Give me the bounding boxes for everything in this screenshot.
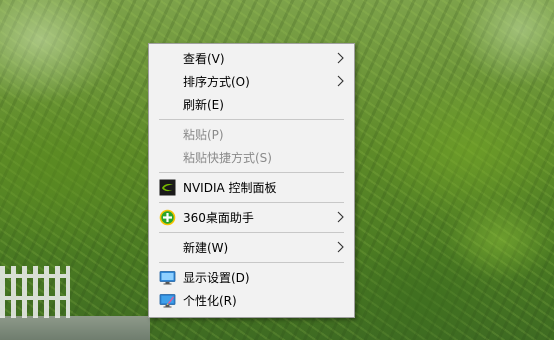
menu-item-label: 360桌面助手 — [183, 211, 254, 225]
menu-separator — [159, 232, 344, 233]
wallpaper-ground — [0, 316, 150, 340]
menu-item-label: 个性化(R) — [183, 294, 237, 308]
menu-item-label: 排序方式(O) — [183, 75, 250, 89]
menu-item-paste-shortcut[interactable]: 粘贴快捷方式(S) — [149, 146, 354, 169]
wallpaper-fence — [0, 266, 70, 318]
desktop-context-menu: 查看(V) 排序方式(O) 刷新(E) 粘贴(P) 粘贴快捷方式(S) NVID… — [148, 43, 355, 318]
nvidia-icon — [159, 179, 176, 196]
menu-item-label: 粘贴快捷方式(S) — [183, 151, 272, 165]
chevron-right-icon — [337, 211, 344, 223]
menu-item-sort-by[interactable]: 排序方式(O) — [149, 70, 354, 93]
menu-item-label: 显示设置(D) — [183, 271, 250, 285]
personalize-icon — [159, 294, 176, 308]
chevron-right-icon — [337, 241, 344, 253]
menu-separator — [159, 202, 344, 203]
menu-separator — [159, 172, 344, 173]
menu-item-personalize[interactable]: 个性化(R) — [149, 289, 354, 312]
menu-item-view[interactable]: 查看(V) — [149, 47, 354, 70]
menu-item-label: NVIDIA 控制面板 — [183, 181, 277, 195]
menu-item-label: 粘贴(P) — [183, 128, 224, 142]
menu-separator — [159, 262, 344, 263]
menu-item-label: 查看(V) — [183, 52, 225, 66]
menu-item-nvidia-control-panel[interactable]: NVIDIA 控制面板 — [149, 176, 354, 199]
menu-item-360-desktop-assistant[interactable]: 360桌面助手 — [149, 206, 354, 229]
360-desktop-icon — [159, 209, 176, 226]
menu-separator — [159, 119, 344, 120]
menu-item-paste[interactable]: 粘贴(P) — [149, 123, 354, 146]
menu-item-label: 刷新(E) — [183, 98, 224, 112]
menu-item-refresh[interactable]: 刷新(E) — [149, 93, 354, 116]
menu-item-new[interactable]: 新建(W) — [149, 236, 354, 259]
chevron-right-icon — [337, 52, 344, 64]
menu-item-display-settings[interactable]: 显示设置(D) — [149, 266, 354, 289]
chevron-right-icon — [337, 75, 344, 87]
display-settings-icon — [159, 271, 176, 285]
menu-item-label: 新建(W) — [183, 241, 229, 255]
